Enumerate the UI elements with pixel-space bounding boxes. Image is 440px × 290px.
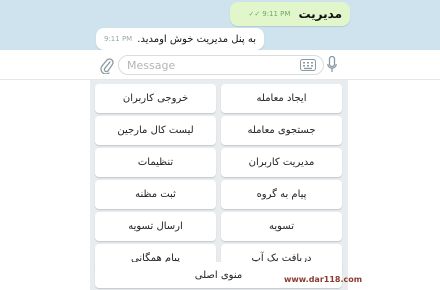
- incoming-message[interactable]: به پنل مدیریت خوش اومدید. 9:11 PM: [96, 28, 264, 50]
- composer-bar: [0, 50, 440, 80]
- microphone-icon[interactable]: [327, 56, 337, 74]
- incoming-time: 9:11 PM: [104, 35, 133, 43]
- kb-button-create-deal[interactable]: ایجاد معامله: [221, 84, 342, 113]
- keyboard-icon[interactable]: [300, 59, 316, 71]
- outgoing-message[interactable]: ✓✓ 9:11 PM مدیریت: [230, 2, 350, 26]
- outgoing-meta: ✓✓ 9:11 PM: [249, 10, 291, 18]
- kb-button-send-settlement[interactable]: ارسال تسویه: [95, 212, 216, 241]
- outgoing-time: 9:11 PM: [262, 10, 291, 18]
- kb-button-settlement[interactable]: تسویه: [221, 212, 342, 241]
- kb-button-manage-users[interactable]: مدیریت کاربران: [221, 148, 342, 177]
- kb-button-search-deal[interactable]: جستجوی معامله: [221, 116, 342, 145]
- double-check-icon: ✓✓: [248, 10, 261, 18]
- kb-button-settings[interactable]: تنظیمات: [95, 148, 216, 177]
- watermark: www.dar118.com: [284, 275, 363, 284]
- bot-keyboard: ایجاد معامله خروجی کاربران جستجوی معامله…: [90, 80, 348, 290]
- kb-button-message-group[interactable]: پیام به گروه: [221, 180, 342, 209]
- kb-button-register-quote[interactable]: ثبت مظنه: [95, 180, 216, 209]
- incoming-text: به پنل مدیریت خوش اومدید.: [137, 33, 256, 45]
- kb-button-export-users[interactable]: خروجی کاربران: [95, 84, 216, 113]
- paperclip-icon[interactable]: [100, 58, 114, 74]
- message-input[interactable]: [118, 55, 324, 75]
- kb-button-margin-call-list[interactable]: لیست کال مارجین: [95, 116, 216, 145]
- outgoing-text: مدیریت: [298, 7, 342, 21]
- chat-area: ✓✓ 9:11 PM مدیریت به پنل مدیریت خوش اومد…: [0, 0, 440, 50]
